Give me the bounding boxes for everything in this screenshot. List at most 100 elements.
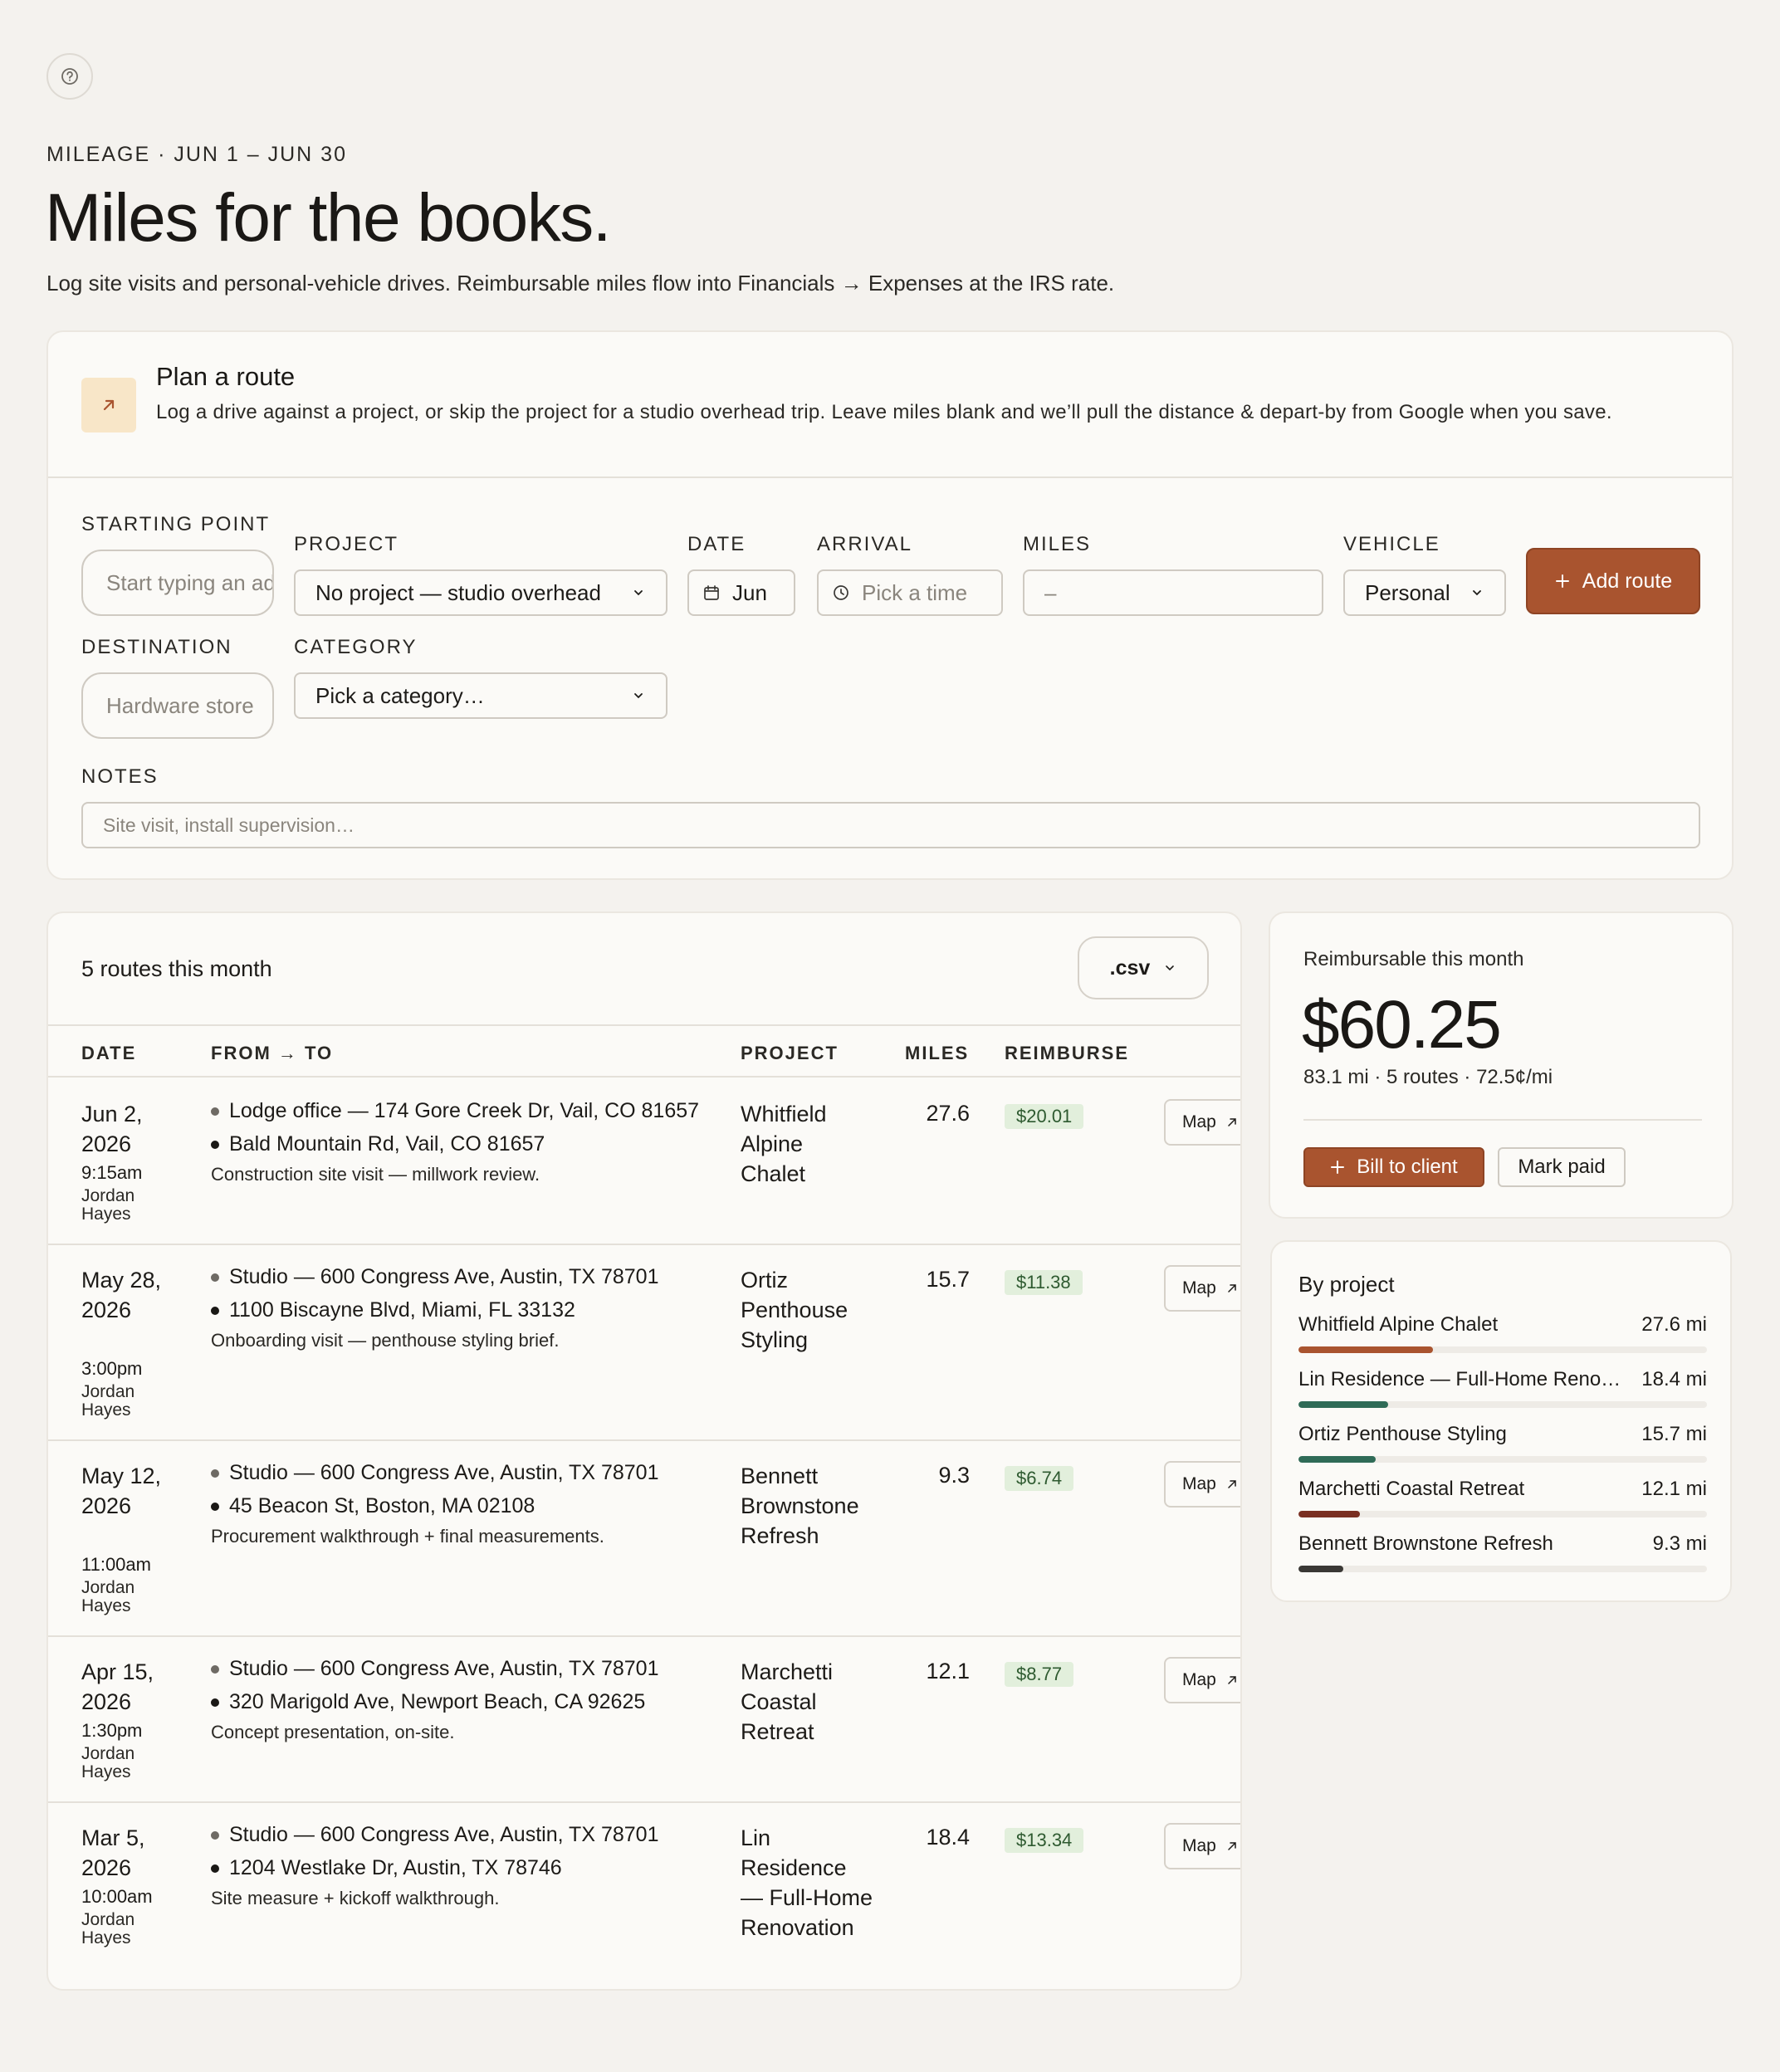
route-time: 10:00am — [81, 1886, 153, 1907]
project-name: Lin Residence — Full-Home Renovation — [1298, 1368, 1622, 1390]
route-to: 320 Marigold Ave, Newport Beach, CA 9262… — [211, 1690, 645, 1714]
origin-dot-icon — [211, 1273, 219, 1282]
bill-to-client-button[interactable]: Bill to client — [1303, 1147, 1484, 1187]
route-project: Marchetti Coastal Retreat — [741, 1659, 834, 1744]
page-title: Miles for the books. — [45, 180, 611, 256]
help-button[interactable] — [46, 53, 93, 100]
date-label: DATE — [687, 533, 746, 555]
project-name: Ortiz Penthouse Styling — [1298, 1423, 1507, 1445]
route-project: Ortiz Penthouse Styling — [741, 1268, 848, 1352]
column-header-route: FROM → TO — [211, 1043, 334, 1063]
project-bar-fill — [1298, 1456, 1377, 1463]
route-driver: Jordan Hayes — [81, 1578, 135, 1615]
category-select[interactable]: Pick a category… — [294, 672, 668, 719]
map-button[interactable]: Map — [1164, 1461, 1240, 1508]
route-miles: 12.1 — [926, 1659, 970, 1684]
project-breakdown-row: Bennett Brownstone Refresh 9.3 mi — [1298, 1532, 1707, 1574]
map-button[interactable]: Map — [1164, 1099, 1240, 1146]
project-select[interactable]: No project — studio overhead — [294, 569, 668, 616]
route-from: Lodge office — 174 Gore Creek Dr, Vail, … — [211, 1099, 699, 1123]
question-circle-icon — [61, 68, 78, 85]
table-row[interactable]: Mar 5, 2026 10:00am Jordan Hayes Studio … — [48, 1803, 1240, 1989]
arrival-label: ARRIVAL — [817, 533, 912, 555]
route-reimburse-badge: $8.77 — [1005, 1662, 1074, 1687]
destination-dot-icon — [211, 1140, 219, 1149]
route-to: 1100 Biscayne Blvd, Miami, FL 33132 — [211, 1298, 575, 1322]
project-bar-track — [1298, 1456, 1707, 1463]
miles-input[interactable]: – — [1023, 569, 1323, 616]
destination-dot-icon — [211, 1502, 219, 1511]
route-driver: Jordan Hayes — [81, 1910, 135, 1947]
plan-route-description: Log a drive against a project, or skip t… — [156, 401, 1612, 423]
origin-dot-icon — [211, 1468, 219, 1478]
external-link-icon — [1228, 1118, 1236, 1126]
project-miles: 9.3 mi — [1652, 1532, 1707, 1555]
route-from: Studio — 600 Congress Ave, Austin, TX 78… — [211, 1823, 658, 1847]
project-bar-fill — [1298, 1401, 1389, 1408]
route-driver: Jordan Hayes — [81, 1744, 135, 1781]
route-miles: 27.6 — [926, 1101, 970, 1126]
table-row[interactable]: May 12, 2026 11:00am Jordan Hayes Studio… — [48, 1441, 1240, 1637]
destination-dot-icon — [211, 1864, 219, 1873]
route-to: 1204 Westlake Dr, Austin, TX 78746 — [211, 1856, 562, 1880]
project-breakdown-row: Whitfield Alpine Chalet 27.6 mi — [1298, 1313, 1707, 1355]
route-reimburse-badge: $20.01 — [1005, 1104, 1084, 1129]
by-project-title: By project — [1298, 1272, 1395, 1297]
route-note: Site measure + kickoff walkthrough. — [211, 1888, 500, 1908]
route-project: Lin Residence — Full-Home Renovation — [741, 1825, 873, 1940]
table-header: DATE FROM → TO PROJECT MILES REIMBURSE — [48, 1024, 1240, 1078]
route-to: Bald Mountain Rd, Vail, CO 81657 — [211, 1132, 545, 1156]
vehicle-label: VEHICLE — [1343, 533, 1440, 555]
project-miles: 18.4 mi — [1641, 1368, 1707, 1390]
plan-route-title: Plan a route — [156, 362, 296, 391]
project-breakdown-row: Marchetti Coastal Retreat 12.1 mi — [1298, 1478, 1707, 1519]
reimbursable-card: Reimbursable this month $60.25 83.1 mi ·… — [1269, 911, 1734, 1219]
date-input[interactable]: Jun — [687, 569, 795, 616]
divider — [1303, 1119, 1702, 1121]
page-eyebrow: MILEAGE · JUN 1 – JUN 30 — [46, 143, 347, 166]
map-button[interactable]: Map — [1164, 1265, 1240, 1312]
route-from: Studio — 600 Congress Ave, Austin, TX 78… — [211, 1265, 658, 1289]
origin-dot-icon — [211, 1830, 219, 1840]
destination-label: DESTINATION — [81, 636, 232, 658]
notes-label: NOTES — [81, 765, 159, 788]
calendar-icon — [702, 584, 721, 602]
route-driver: Jordan Hayes — [81, 1382, 135, 1420]
table-row[interactable]: Jun 2, 2026 9:15am Jordan Hayes Lodge of… — [48, 1079, 1240, 1245]
route-reimburse-badge: $11.38 — [1005, 1270, 1083, 1295]
reimbursable-amount: $60.25 — [1302, 987, 1502, 1063]
route-note: Construction site visit — millwork revie… — [211, 1164, 540, 1185]
plus-icon — [1555, 574, 1569, 588]
column-header-project: PROJECT — [741, 1043, 839, 1063]
route-from: Studio — 600 Congress Ave, Austin, TX 78… — [211, 1657, 658, 1681]
add-route-button[interactable]: Add route — [1526, 548, 1700, 614]
route-driver: Jordan Hayes — [81, 1186, 135, 1224]
table-row[interactable]: May 28, 2026 3:00pm Jordan Hayes Studio … — [48, 1245, 1240, 1441]
map-button[interactable]: Map — [1164, 1657, 1240, 1703]
project-breakdown-row: Lin Residence — Full-Home Renovation 18.… — [1298, 1368, 1707, 1410]
mark-paid-button[interactable]: Mark paid — [1498, 1147, 1626, 1187]
vehicle-select[interactable]: Personal — [1343, 569, 1506, 616]
project-name: Marchetti Coastal Retreat — [1298, 1478, 1525, 1500]
chevron-down-icon — [1166, 965, 1175, 971]
reimbursable-meta: 83.1 mi · 5 routes · 72.5¢/mi — [1303, 1066, 1553, 1088]
route-time: 1:30pm — [81, 1720, 143, 1741]
route-time: 3:00pm — [81, 1358, 143, 1379]
miles-label: MILES — [1023, 533, 1092, 555]
project-bar-fill — [1298, 1566, 1344, 1572]
csv-export-button[interactable]: .csv — [1078, 936, 1209, 999]
project-breakdown-row: Ortiz Penthouse Styling 15.7 mi — [1298, 1423, 1707, 1464]
starting-point-input[interactable]: Start typing an address — [81, 550, 274, 616]
project-bar-fill — [1298, 1346, 1434, 1353]
project-name: Whitfield Alpine Chalet — [1298, 1313, 1499, 1336]
map-button[interactable]: Map — [1164, 1823, 1240, 1869]
column-header-date: DATE — [81, 1043, 137, 1063]
route-note: Onboarding visit — penthouse styling bri… — [211, 1330, 560, 1351]
notes-input[interactable]: Site visit, install supervision… — [81, 802, 1700, 848]
route-reimburse-badge: $13.34 — [1005, 1828, 1084, 1853]
destination-input[interactable]: Hardware store — [81, 672, 274, 739]
destination-dot-icon — [211, 1306, 219, 1315]
table-row[interactable]: Apr 15, 2026 1:30pm Jordan Hayes Studio … — [48, 1637, 1240, 1803]
arrival-input[interactable]: Pick a time — [817, 569, 1003, 616]
project-bar-track — [1298, 1566, 1707, 1572]
